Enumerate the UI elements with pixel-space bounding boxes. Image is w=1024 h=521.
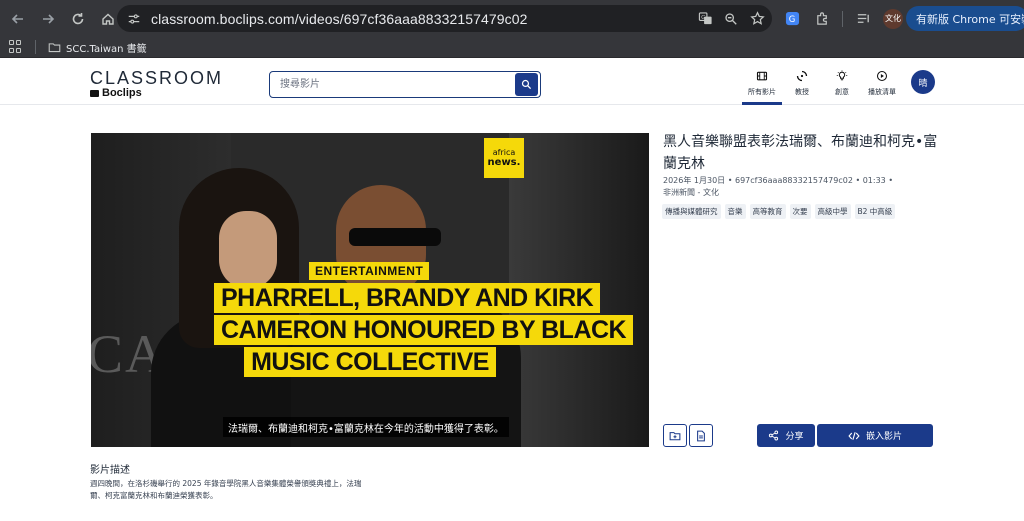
bookmarks-bar: SCC.Taiwan 書籤: [0, 37, 1024, 58]
add-to-playlist-button[interactable]: [663, 424, 687, 447]
headline-line: CAMERON HONOURED BY BLACK: [214, 315, 634, 345]
description-heading: 影片描述: [90, 465, 130, 476]
translate-icon[interactable]: G: [696, 10, 714, 28]
boclips-mark-icon: [90, 89, 99, 97]
video-title: 黑人音樂聯盟表彰法瑞爾、布蘭迪和柯克•富蘭克林: [663, 134, 938, 172]
headline-line: PHARRELL, BRANDY AND KIRK: [214, 283, 601, 313]
url-text[interactable]: classroom.boclips.com/videos/697cf36aaa8…: [151, 11, 528, 27]
reload-icon: [72, 12, 84, 24]
divider: [842, 10, 843, 27]
document-icon: [697, 430, 705, 441]
apps-grid-icon[interactable]: [9, 40, 23, 54]
logo-wordmark: CLASSROOM: [90, 68, 224, 88]
nav-label: 所有影片: [748, 88, 776, 96]
nav-teaching[interactable]: 教授: [782, 68, 822, 105]
google-translate-extension-icon[interactable]: G: [782, 9, 802, 29]
subject-tag[interactable]: 高等教育: [749, 204, 786, 219]
video-player[interactable]: CA africa news. ENTERTAINMENT PHARRELL, …: [91, 133, 649, 447]
nav-all-videos[interactable]: 所有影片: [742, 68, 782, 105]
code-icon: [848, 431, 860, 440]
person-face: [219, 211, 277, 289]
profile-button[interactable]: 文化: [883, 8, 903, 29]
profile-avatar: 文化: [883, 8, 903, 29]
embed-button[interactable]: 嵌入影片: [817, 424, 933, 447]
play-circle-icon: [876, 70, 888, 82]
zoom-icon[interactable]: [722, 10, 740, 28]
classroom-logo[interactable]: CLASSROOM Boclips: [90, 68, 224, 99]
subject-tag[interactable]: 高級中學: [814, 204, 851, 219]
meta-line: 2026年 1月30日 • 697cf36aaa88332157479c02 •…: [663, 176, 894, 185]
svg-text:G: G: [788, 14, 795, 24]
svg-text:G: G: [701, 15, 705, 21]
nav-label: 教授: [795, 88, 809, 96]
subject-tag[interactable]: 傳播與媒體研究: [662, 204, 721, 219]
subject-tag[interactable]: 次要: [789, 204, 811, 219]
add-folder-icon: [669, 431, 681, 440]
back-button[interactable]: [4, 5, 32, 33]
nav-playlists[interactable]: 播放清單: [862, 68, 902, 105]
reload-button[interactable]: [64, 5, 92, 33]
search-button[interactable]: [515, 73, 538, 96]
user-avatar[interactable]: 晴: [911, 70, 935, 94]
tag-list: 傳播與媒體研究 音樂 高等教育 次要 高級中學 B2 中高級: [662, 204, 896, 219]
arrow-right-icon: [43, 13, 55, 24]
forward-button[interactable]: [34, 5, 62, 33]
extensions-puzzle-icon[interactable]: [812, 9, 832, 29]
search-bar: [269, 71, 541, 98]
bookmark-folder-label: SCC.Taiwan 書籤: [66, 43, 147, 55]
chrome-update-button[interactable]: 有新版 Chrome 可安裝: [906, 6, 1024, 31]
bookmark-folder[interactable]: SCC.Taiwan 書籤: [48, 40, 147, 55]
description-text: 週四晚間，在洛杉磯舉行的 2025 年錄音學院黑人音樂集體榮譽頒獎典禮上，法瑞爾…: [90, 479, 362, 500]
bookmark-star-icon[interactable]: [748, 10, 766, 28]
sunglasses: [349, 228, 441, 246]
logo-sub-label: Boclips: [102, 87, 142, 99]
embed-label: 嵌入影片: [865, 432, 902, 442]
share-label: 分享: [785, 432, 804, 442]
headline-line: MUSIC COLLECTIVE: [244, 347, 496, 377]
africanews-logo: africa news.: [484, 138, 524, 178]
address-bar[interactable]: classroom.boclips.com/videos/697cf36aaa8…: [117, 5, 772, 32]
meta-source[interactable]: 非洲新聞 - 文化: [663, 187, 943, 199]
logo-sub: Boclips: [90, 87, 223, 99]
reading-list-icon[interactable]: [853, 9, 873, 29]
subject-tag[interactable]: 音樂: [724, 204, 746, 219]
folder-icon: [48, 42, 61, 52]
nav-label: 播放清單: [868, 88, 896, 96]
nav-ideas[interactable]: 創意: [822, 68, 862, 105]
loader-icon: [796, 70, 808, 82]
film-icon: [756, 71, 768, 81]
site-info-icon[interactable]: [121, 5, 147, 32]
search-icon: [521, 79, 532, 90]
nav-label: 創意: [835, 88, 849, 96]
share-button[interactable]: 分享: [757, 424, 815, 447]
browser-toolbar: classroom.boclips.com/videos/697cf36aaa8…: [0, 0, 1024, 37]
site-header: CLASSROOM Boclips 所有影片 教授 創意 播放清單 晴: [0, 58, 1024, 105]
home-icon: [102, 13, 114, 25]
arrow-left-icon: [11, 13, 23, 24]
logo-bottom-text: news.: [487, 157, 521, 168]
transcript-button[interactable]: [689, 424, 713, 447]
share-icon: [769, 430, 779, 441]
video-meta: 2026年 1月30日 • 697cf36aaa88332157479c02 •…: [663, 175, 943, 199]
subject-tag[interactable]: B2 中高級: [854, 204, 896, 219]
category-tag: ENTERTAINMENT: [309, 262, 430, 280]
main-nav: 所有影片 教授 創意 播放清單: [742, 68, 902, 105]
video-caption: 法瑞爾、布蘭迪和柯克•富蘭克林在今年的活動中獲得了表彰。: [223, 417, 509, 437]
lightbulb-icon: [836, 70, 848, 81]
video-headline: PHARRELL, BRANDY AND KIRK CAMERON HONOUR…: [214, 283, 634, 379]
search-input[interactable]: [270, 72, 515, 97]
bookmarks-divider: [35, 40, 36, 54]
